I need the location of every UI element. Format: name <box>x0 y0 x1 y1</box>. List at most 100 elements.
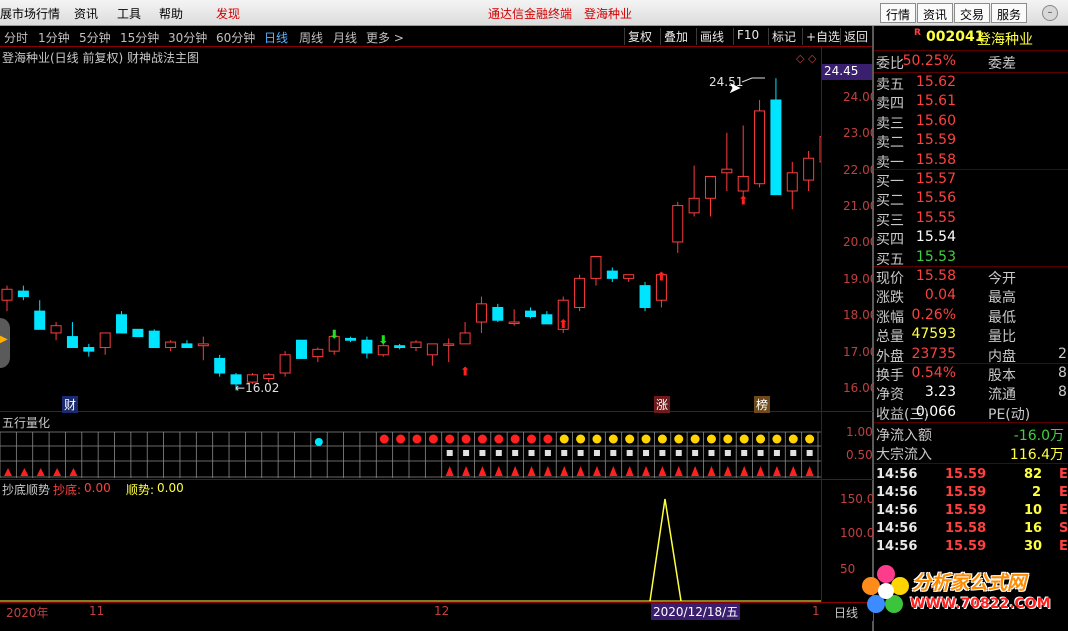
overlay-button[interactable]: 叠加 <box>660 28 691 45</box>
f10-button[interactable]: F10 <box>733 28 762 45</box>
signal-square-icon <box>512 450 519 456</box>
candle-body[interactable] <box>754 110 766 185</box>
side-toggle-handle[interactable]: ▶ <box>0 318 10 368</box>
candlestick-chart[interactable]: ⬇ ⬇ ⬆ ⬆ ⬆ ⬆ <box>0 60 821 410</box>
candle-body[interactable] <box>426 343 438 356</box>
candle-body[interactable] <box>590 256 602 279</box>
minimize-icon[interactable]: – <box>1042 5 1058 21</box>
signal-square-icon <box>790 450 797 456</box>
tick-row[interactable]: 14:56 15.59 30 E <box>874 539 1068 557</box>
r-badge: R <box>914 28 921 38</box>
period-5min[interactable]: 5分钟 <box>79 29 111 46</box>
stat2-row: 净资 3.23 流通 8 <box>874 384 1068 403</box>
candle-body[interactable] <box>737 175 749 192</box>
quote-header: R 002041 登海种业 <box>874 28 1068 48</box>
quote-sep-5 <box>874 363 1068 364</box>
candle-body[interactable] <box>345 337 357 341</box>
candle-body[interactable] <box>181 343 193 349</box>
indicator2-tick-150: 150.0 <box>840 492 875 506</box>
candle-body[interactable] <box>295 339 307 359</box>
candle-body[interactable] <box>786 172 798 192</box>
trade-button[interactable]: 交易 <box>954 3 991 23</box>
menu-market[interactable]: 展市场行情 <box>0 5 60 22</box>
period-monthly[interactable]: 月线 <box>333 29 357 46</box>
candle-body[interactable] <box>508 321 520 325</box>
candle-body[interactable] <box>66 336 78 349</box>
candle-body[interactable] <box>394 345 406 349</box>
tick-row[interactable]: 14:56 15.58 16 S <box>874 521 1068 539</box>
tick-row[interactable]: 14:56 15.59 82 E <box>874 467 1068 485</box>
signal-dot-icon <box>477 434 487 444</box>
quote-button[interactable]: 行情 <box>880 3 917 23</box>
period-daily[interactable]: 日线 <box>264 29 288 46</box>
menu-news[interactable]: 资讯 <box>74 5 98 22</box>
draw-line-button[interactable]: 画线 <box>696 28 727 45</box>
candle-body[interactable] <box>279 354 291 374</box>
candle-body[interactable] <box>475 303 487 323</box>
menu-discover[interactable]: 发现 <box>216 5 240 22</box>
candle-body[interactable] <box>1 288 13 301</box>
candle-body[interactable] <box>721 168 733 174</box>
candle-body[interactable] <box>639 285 651 308</box>
candle-body[interactable] <box>197 343 209 347</box>
candle-body[interactable] <box>459 332 471 345</box>
menu-help[interactable]: 帮助 <box>159 5 183 22</box>
candle-body[interactable] <box>410 341 422 349</box>
ask-label: 卖五 <box>876 77 904 93</box>
tick-row[interactable]: 14:56 15.59 2 E <box>874 485 1068 503</box>
candle-body[interactable] <box>132 328 144 338</box>
period-more[interactable]: 更多 > <box>366 29 404 46</box>
candle-body[interactable] <box>116 314 128 334</box>
top-separator <box>0 46 873 47</box>
candle-body[interactable] <box>263 374 275 379</box>
candle-body[interactable] <box>34 310 46 330</box>
candle-body[interactable] <box>525 310 537 318</box>
signal-square-icon <box>577 450 584 456</box>
add-watchlist-button[interactable]: +自选 <box>802 28 843 45</box>
candle-body[interactable] <box>50 325 62 334</box>
tick-row[interactable]: 14:56 15.59 10 E <box>874 503 1068 521</box>
candle-body[interactable] <box>623 274 635 279</box>
stat2-value: 0.066 <box>915 403 956 420</box>
period-60min[interactable]: 60分钟 <box>216 29 255 46</box>
mark-button[interactable]: 标记 <box>768 28 799 45</box>
candle-body[interactable] <box>312 348 324 358</box>
candle-body[interactable] <box>574 277 586 308</box>
menu-tools[interactable]: 工具 <box>117 5 141 22</box>
candle-body[interactable] <box>819 135 821 163</box>
signal-dot-icon <box>396 434 406 444</box>
date-period-label[interactable]: 日线 <box>834 604 858 621</box>
news-button[interactable]: 资讯 <box>917 3 954 23</box>
candle-body[interactable] <box>492 306 504 321</box>
candle-body[interactable] <box>541 314 553 325</box>
candle-body[interactable] <box>99 332 111 349</box>
marker-zhang: 涨 <box>654 396 671 413</box>
buy-arrow-icon: ⬆ <box>738 193 748 207</box>
period-15min[interactable]: 15分钟 <box>120 29 159 46</box>
candle-body[interactable] <box>148 330 160 349</box>
period-timeshare[interactable]: 分时 <box>4 29 28 46</box>
candle-body[interactable] <box>443 343 455 346</box>
period-1min[interactable]: 1分钟 <box>38 29 70 46</box>
period-weekly[interactable]: 周线 <box>299 29 323 46</box>
price-tick-20: 20.00 <box>843 235 878 249</box>
candle-body[interactable] <box>214 357 226 374</box>
candle-body[interactable] <box>17 290 29 298</box>
signal-dot-icon <box>788 434 798 444</box>
candle-body[interactable] <box>688 197 700 214</box>
candle-body[interactable] <box>165 341 177 349</box>
period-30min[interactable]: 30分钟 <box>168 29 207 46</box>
service-button[interactable]: 服务 <box>991 3 1028 23</box>
candle-body[interactable] <box>704 175 716 199</box>
candle-body[interactable] <box>803 157 815 181</box>
candle-body[interactable] <box>83 347 95 352</box>
candle-body[interactable] <box>361 339 373 354</box>
back-button[interactable]: 返回 <box>840 28 871 45</box>
candle-body[interactable] <box>672 205 684 243</box>
candle-body[interactable] <box>770 99 782 196</box>
signal-dot-icon <box>494 434 504 444</box>
signal-dot-icon <box>428 434 438 444</box>
adjust-button[interactable]: 复权 <box>624 28 655 45</box>
candle-body[interactable] <box>606 270 618 279</box>
signal-square-icon <box>659 450 666 456</box>
